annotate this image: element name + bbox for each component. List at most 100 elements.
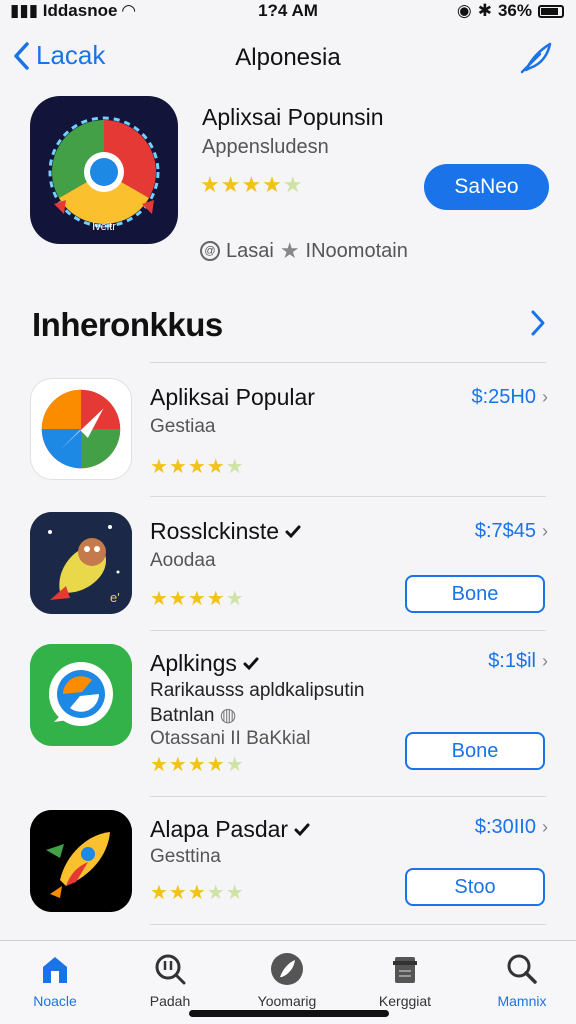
star-icon: ★★★★	[150, 754, 226, 776]
app-subtitle: Gesttina	[150, 846, 221, 867]
star-empty-icon: ★	[225, 456, 245, 478]
chevron-right-icon[interactable]	[528, 308, 548, 338]
svg-text:e': e'	[110, 590, 120, 605]
price-label: $:30II0	[474, 816, 536, 838]
app-title-row: Aplkings	[150, 650, 259, 677]
star-empty-icon: ★★	[206, 882, 245, 904]
search-alert-icon	[155, 954, 186, 985]
feather-icon	[271, 953, 303, 985]
feather-icon[interactable]	[518, 40, 554, 76]
divider	[150, 362, 546, 363]
app-price[interactable]: $:7$45 ›	[475, 520, 548, 543]
featured-app-rating: ★★★★★	[200, 172, 304, 198]
home-icon	[43, 957, 67, 983]
app-action-button[interactable]: Stoo	[405, 868, 545, 906]
star-icon: ★★★★	[150, 456, 226, 478]
document-icon	[393, 957, 417, 983]
tab-label: Mamnix	[497, 993, 547, 1009]
home-indicator[interactable]	[189, 1010, 389, 1017]
app-title-row: Rosslckinste	[150, 518, 301, 545]
divider	[150, 496, 546, 497]
featured-icon-text: Iveitr	[92, 221, 116, 233]
tab-label: Kerggiat	[378, 993, 432, 1009]
tab-padah[interactable]: Padah	[120, 947, 220, 1017]
app-icon	[30, 644, 132, 746]
app-action-button[interactable]: Bone	[405, 732, 545, 770]
app-icon	[30, 378, 132, 480]
app-title: Apliksai Popular	[150, 384, 315, 410]
battery-percent: 36%	[497, 1, 532, 20]
chevron-right-icon: ›	[542, 651, 548, 671]
checkmark-icon	[243, 657, 259, 670]
checkmark-icon	[285, 525, 301, 538]
tab-kerggiat[interactable]: Kerggiat	[355, 947, 455, 1017]
app-rating: ★★★★★	[150, 880, 245, 905]
app-description-text: Batnlan	[150, 705, 215, 726]
section-title: Inheronkkus	[32, 306, 223, 343]
featured-app-get-button[interactable]: SaNeo	[424, 164, 549, 210]
globe-icon: ◍	[219, 705, 237, 726]
app-rating: ★★★★★	[150, 752, 245, 777]
search-icon	[507, 954, 537, 984]
battery-icon	[538, 4, 564, 18]
chevron-right-icon: ›	[542, 817, 548, 837]
app-title: Rosslckinste	[150, 518, 280, 544]
chevron-right-icon: ›	[542, 387, 548, 407]
app-title-row: Alapa Pasdar	[150, 816, 310, 843]
status-right: ◉ ✱ 36%	[457, 1, 564, 21]
featured-app-meta: @ Lasai ★ INoomotain	[200, 238, 408, 264]
checkmark-icon	[294, 823, 310, 836]
star-icon: ★★★★	[150, 588, 226, 610]
featured-app[interactable]: Iveitr Aplixsai Popunsin Appensludesn ★★…	[0, 92, 576, 272]
tab-home[interactable]: Noacle	[5, 947, 105, 1017]
price-label: $:7$45	[474, 520, 536, 542]
tab-yoomarig[interactable]: Yoomarig	[237, 947, 337, 1017]
app-subtitle: Otassani II BaKkial	[150, 728, 311, 749]
app-subtitle: Aoodaa	[150, 550, 216, 571]
meta-right: INoomotain	[305, 239, 408, 262]
app-description-line2: Batnlan ◍	[150, 704, 236, 727]
star-icon: ★★★	[150, 882, 207, 904]
info-icon: @	[200, 241, 220, 261]
page-title: Alponesia	[235, 44, 341, 71]
divider	[150, 924, 546, 925]
location-icon: ◉	[456, 1, 472, 20]
tab-label: Padah	[149, 993, 191, 1009]
meta-left: Lasai	[226, 239, 274, 262]
app-icon: e'	[30, 512, 132, 614]
app-icon	[30, 810, 132, 912]
tab-label: Noacle	[33, 993, 77, 1009]
featured-app-title: Aplixsai Popunsin	[202, 104, 384, 130]
star-empty-icon: ★	[225, 588, 245, 610]
app-rating: ★★★★★	[150, 586, 245, 611]
star-icon: ★	[279, 238, 300, 263]
bluetooth-icon: ✱	[477, 1, 492, 20]
app-rating: ★★★★★	[150, 454, 245, 479]
featured-app-icon: Iveitr	[30, 96, 178, 244]
tab-label: Yoomarig	[257, 993, 317, 1009]
featured-app-subtitle: Appensludesn	[202, 136, 329, 158]
status-bar: ▮▮▮ Iddasnoe ◠ 1?4 AM ◉ ✱ 36%	[0, 0, 576, 26]
app-description: Rarikausss apldkalipsutin	[150, 680, 365, 701]
app-price[interactable]: $:25H0 ›	[472, 386, 549, 409]
tab-mamnix[interactable]: Mamnix	[472, 947, 572, 1017]
divider	[150, 630, 546, 631]
app-action-button[interactable]: Bone	[405, 575, 545, 613]
app-title: Aplkings	[150, 650, 237, 676]
list-item[interactable]: Apliksai Popular Gestiaa ★★★★★ $:25H0 ›	[0, 378, 576, 496]
star-empty-icon: ★	[282, 172, 304, 197]
app-price[interactable]: $:1$il ›	[488, 650, 548, 673]
app-title: Alapa Pasdar	[150, 816, 289, 842]
star-empty-icon: ★	[225, 754, 245, 776]
app-price[interactable]: $:30II0 ›	[475, 816, 548, 839]
divider	[150, 796, 546, 797]
chevron-right-icon: ›	[542, 521, 548, 541]
price-label: $:25H0	[471, 386, 537, 408]
list-item[interactable]: Alapa Pasdar Gesttina ★★★★★ $:30II0 › Sto…	[0, 810, 576, 922]
list-item[interactable]: e' Rosslckinste Aoodaa ★★★★★ $:7$45 › Bon…	[0, 512, 576, 630]
list-item[interactable]: Aplkings Rarikausss apldkalipsutin Batnl…	[0, 644, 576, 794]
nav-bar: Lacak Alponesia	[0, 36, 576, 80]
star-icon: ★★★★	[200, 172, 283, 197]
app-subtitle: Gestiaa	[150, 416, 216, 437]
price-label: $:1$il	[488, 650, 536, 672]
